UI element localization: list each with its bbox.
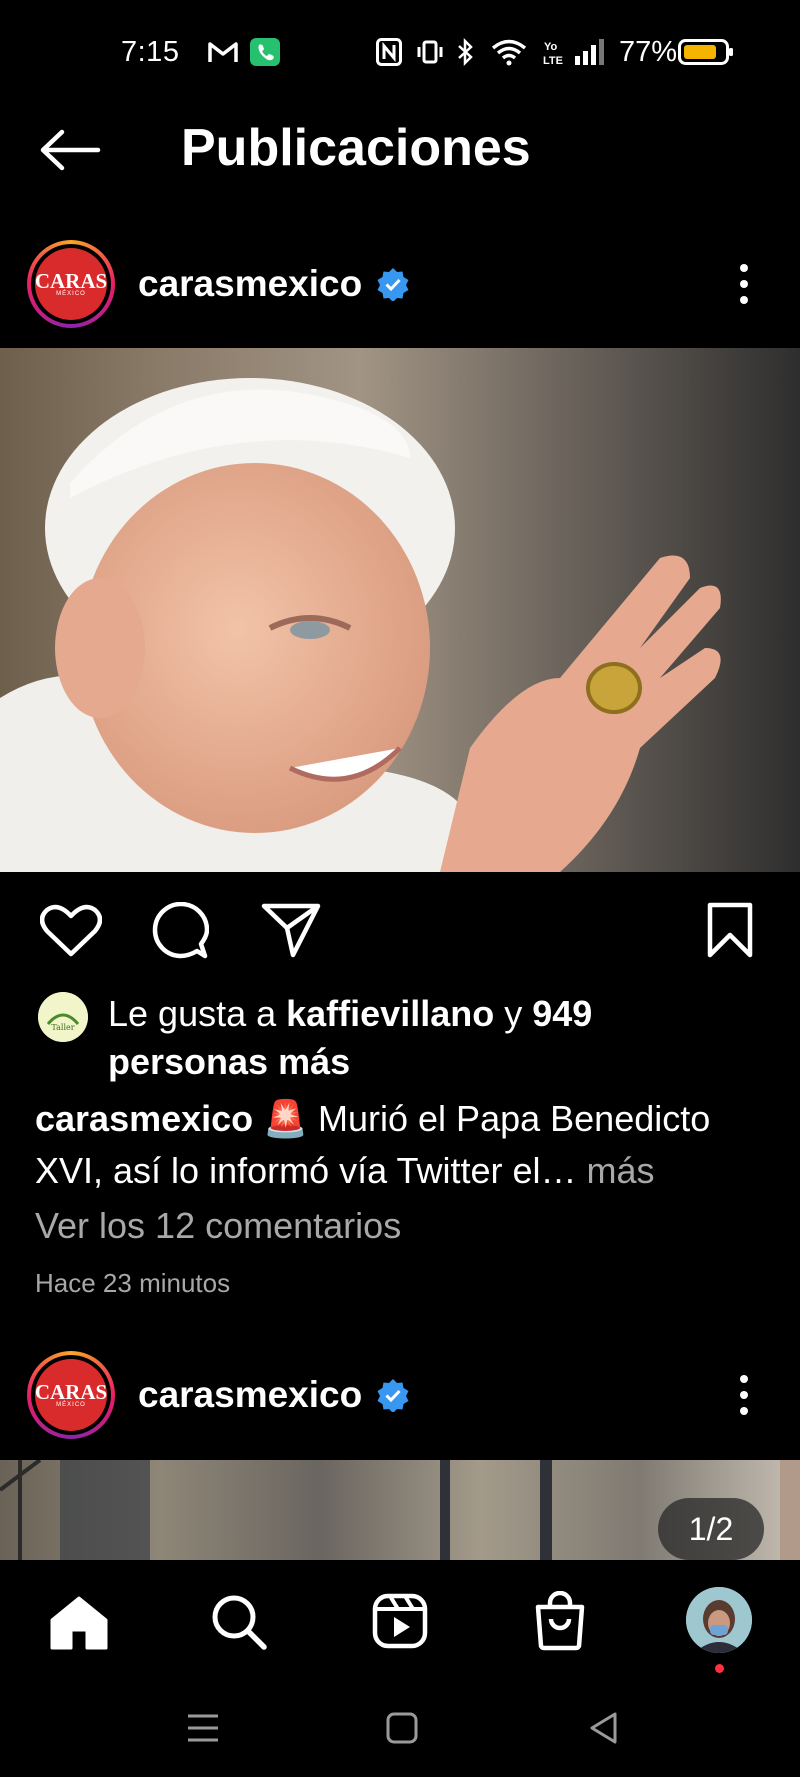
save-icon[interactable] bbox=[706, 902, 754, 958]
svg-text:LTE: LTE bbox=[543, 55, 563, 66]
post-caption: carasmexico 🚨 Murió el Papa Benedicto XV… bbox=[35, 1093, 775, 1197]
svg-text:Yo: Yo bbox=[544, 41, 558, 53]
vibrate-icon bbox=[417, 40, 443, 64]
signal-icon bbox=[575, 39, 604, 65]
recents-menu-icon[interactable] bbox=[186, 1712, 220, 1744]
status-time: 7:15 bbox=[121, 36, 180, 68]
phone-app-icon bbox=[250, 38, 280, 66]
heart-icon[interactable] bbox=[40, 904, 102, 958]
verified-badge-icon bbox=[377, 1379, 409, 1412]
post-photo[interactable] bbox=[0, 348, 800, 872]
share-icon[interactable] bbox=[261, 902, 321, 958]
photo-illustration bbox=[0, 378, 721, 872]
siren-emoji: 🚨 bbox=[263, 1098, 309, 1139]
reels-icon[interactable] bbox=[372, 1593, 428, 1649]
caras-logo: CARAS MÉXICO bbox=[35, 248, 107, 320]
caption-more-link[interactable]: más bbox=[587, 1150, 655, 1191]
volte-icon: Yo LTE bbox=[543, 41, 563, 66]
verified-badge-icon bbox=[377, 268, 409, 301]
system-navigation-bar bbox=[0, 1680, 800, 1777]
post-author-username[interactable]: carasmexico bbox=[138, 263, 362, 305]
notification-dot bbox=[715, 1664, 724, 1673]
more-options-icon[interactable] bbox=[737, 1373, 751, 1417]
battery-percent: 77% bbox=[619, 36, 678, 68]
status-bar: 7:15 Yo LTE 77% bbox=[0, 0, 800, 100]
wifi-icon bbox=[491, 39, 527, 66]
svg-text:Taller: Taller bbox=[51, 1023, 74, 1032]
back-arrow-icon[interactable] bbox=[38, 128, 102, 172]
gmail-icon bbox=[208, 42, 238, 62]
battery-icon bbox=[678, 39, 733, 65]
bluetooth-icon bbox=[458, 38, 473, 66]
view-comments-link[interactable]: Ver los 12 comentarios bbox=[35, 1205, 401, 1247]
more-options-icon[interactable] bbox=[737, 262, 751, 306]
post-timestamp: Hace 23 minutos bbox=[35, 1268, 231, 1298]
carousel-counter: 1/2 bbox=[658, 1498, 764, 1560]
profile-avatar[interactable] bbox=[686, 1587, 752, 1653]
comment-icon[interactable] bbox=[151, 902, 209, 960]
liker-avatar[interactable]: Taller bbox=[38, 992, 88, 1042]
page-title: Publicaciones bbox=[181, 119, 531, 177]
likes-summary[interactable]: Le gusta a kaffievillano y 949 personas … bbox=[108, 990, 668, 1086]
liker-username: kaffievillano bbox=[286, 993, 495, 1034]
caras-logo: CARAS MÉXICO bbox=[35, 1359, 107, 1431]
caption-username[interactable]: carasmexico bbox=[35, 1098, 253, 1139]
bottom-navigation bbox=[0, 1560, 800, 1680]
shop-icon[interactable] bbox=[533, 1591, 587, 1651]
home-icon[interactable] bbox=[50, 1596, 108, 1650]
search-icon[interactable] bbox=[210, 1593, 268, 1651]
home-square-icon[interactable] bbox=[386, 1711, 418, 1745]
nfc-icon bbox=[376, 38, 402, 66]
post-author-avatar[interactable]: CARAS MÉXICO bbox=[27, 240, 115, 328]
post2-author-avatar[interactable]: CARAS MÉXICO bbox=[27, 1351, 115, 1439]
post2-author-username[interactable]: carasmexico bbox=[138, 1374, 362, 1416]
back-triangle-icon[interactable] bbox=[588, 1711, 618, 1745]
